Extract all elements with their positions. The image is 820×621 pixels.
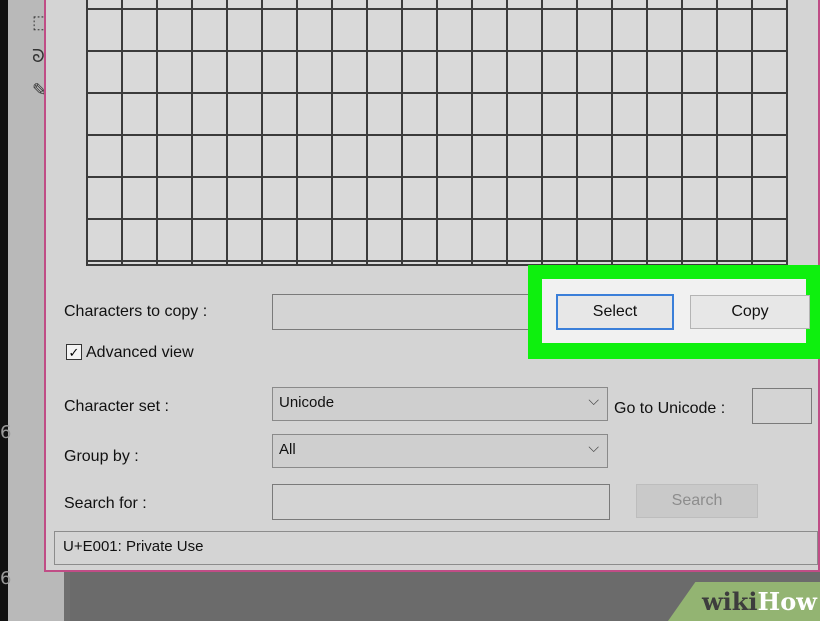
lasso-icon[interactable]: ᘐ xyxy=(32,46,45,67)
character-grid[interactable] xyxy=(86,0,788,266)
character-set-select[interactable]: Unicode ⌵ xyxy=(272,387,608,421)
chars-to-copy-label: Characters to copy : xyxy=(64,303,208,320)
group-by-value: All xyxy=(279,441,296,458)
chevron-down-icon: ⌵ xyxy=(588,392,599,408)
go-to-unicode-input[interactable] xyxy=(752,388,812,424)
watermark-how: How xyxy=(757,587,817,616)
watermark-wiki: wiki xyxy=(702,587,758,616)
character-set-label: Character set : xyxy=(64,398,169,415)
edge-number: 6 xyxy=(0,568,12,589)
left-dark-edge xyxy=(0,0,8,621)
advanced-view-label: Advanced view xyxy=(86,344,194,361)
group-by-select[interactable]: All ⌵ xyxy=(272,434,608,468)
status-text: U+E001: Private Use xyxy=(63,538,204,555)
select-button[interactable]: Select xyxy=(556,294,674,330)
copy-button[interactable]: Copy xyxy=(690,295,810,329)
group-by-label: Group by : xyxy=(64,448,139,465)
advanced-view-checkbox[interactable]: ✓ xyxy=(66,344,82,360)
search-for-label: Search for : xyxy=(64,495,147,512)
go-to-unicode-label: Go to Unicode : xyxy=(614,400,726,417)
search-button[interactable]: Search xyxy=(636,484,758,518)
chevron-down-icon: ⌵ xyxy=(588,439,599,455)
edge-number: 6 xyxy=(0,422,12,443)
status-bar: U+E001: Private Use xyxy=(54,531,818,565)
check-icon: ✓ xyxy=(68,344,80,360)
character-set-value: Unicode xyxy=(279,394,335,411)
chars-to-copy-input[interactable] xyxy=(272,294,534,330)
search-input[interactable] xyxy=(272,484,610,520)
